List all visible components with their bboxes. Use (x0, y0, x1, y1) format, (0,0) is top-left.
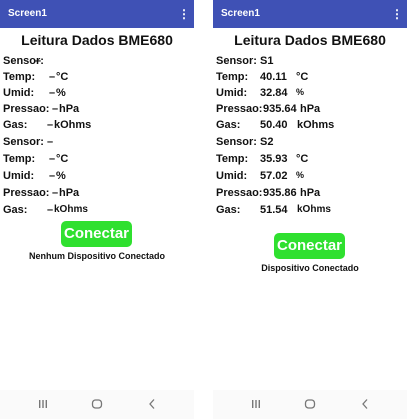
pressure-value: – (52, 187, 59, 199)
pressure-value: 935.64 (263, 103, 297, 115)
app-bar-title: Screen1 (8, 8, 47, 19)
sensor-label: Sensor: (3, 136, 44, 148)
sensor-value: – (47, 136, 54, 148)
temp-unit: °C (56, 153, 69, 165)
page-title: Leitura Dados BME680 (234, 32, 386, 48)
page-title: Leitura Dados BME680 (21, 32, 173, 48)
temp-value: 40.11 (260, 71, 287, 83)
more-vert-icon[interactable]: ⋮ (178, 5, 190, 23)
pressure-value: – (52, 103, 59, 115)
gas-unit: kOhms (54, 119, 92, 131)
humidity-label: Umid: (3, 87, 35, 99)
temp-value: 35.93 (260, 153, 288, 165)
pressure-unit: hPa (300, 103, 321, 115)
humidity-value: – (49, 170, 56, 182)
pressure-label: Pressao: (3, 103, 50, 115)
pressure-unit: hPa (300, 187, 321, 199)
gas-unit: kOhms (297, 204, 331, 215)
sensor-label: Sensor: (216, 55, 257, 67)
gas-label: Gas: (216, 119, 241, 131)
home-icon[interactable] (303, 397, 317, 411)
temp-unit: °C (296, 71, 309, 83)
connect-button[interactable]: Conectar (61, 221, 132, 247)
temp-label: Temp: (3, 71, 36, 83)
gas-label: Gas: (3, 204, 28, 216)
gas-unit: kOhms (54, 204, 88, 215)
pressure-value: 935.86 (263, 187, 297, 199)
humidity-label: Umid: (216, 170, 248, 182)
connection-status: Nenhum Dispositivo Conectado (28, 251, 165, 261)
sensor-label: Sensor: (216, 136, 257, 148)
sensor-value: – (35, 55, 42, 67)
pressure-unit: hPa (59, 187, 80, 199)
temp-unit: °C (296, 153, 309, 165)
app-bar: Screen1 ⋮ (213, 0, 407, 28)
humidity-label: Umid: (3, 170, 35, 182)
humidity-unit: % (56, 87, 66, 99)
pressure-unit: hPa (59, 103, 80, 115)
connection-status: Dispositivo Conectado (261, 263, 359, 273)
gas-unit: kOhms (297, 119, 335, 131)
system-nav-bar (0, 390, 194, 419)
more-vert-icon[interactable]: ⋮ (391, 5, 403, 23)
app-bar: Screen1 ⋮ (0, 0, 194, 28)
temp-value: – (49, 153, 56, 165)
gas-value: – (47, 119, 54, 131)
temp-value: – (49, 71, 56, 83)
back-icon[interactable] (358, 397, 372, 411)
sensor-value: S2 (260, 136, 274, 148)
temp-label: Temp: (3, 153, 36, 165)
connect-button[interactable]: Conectar (274, 233, 345, 259)
gas-value: 51.54 (260, 204, 288, 216)
system-nav-bar (213, 390, 407, 419)
sensor-value: S1 (260, 55, 274, 67)
pressure-label: Pressao: (216, 103, 263, 115)
humidity-unit: % (296, 170, 305, 180)
humidity-value: 32.84 (260, 87, 288, 99)
recent-apps-icon[interactable] (36, 397, 50, 411)
humidity-unit: % (56, 170, 66, 182)
pressure-label: Pressao: (216, 187, 263, 199)
humidity-value: 57.02 (260, 170, 288, 182)
gas-label: Gas: (3, 119, 28, 131)
recent-apps-icon[interactable] (249, 397, 263, 411)
pressure-label: Pressao: (3, 187, 50, 199)
back-icon[interactable] (145, 397, 159, 411)
gas-value: – (47, 204, 54, 216)
app-bar-title: Screen1 (221, 8, 260, 19)
temp-unit: °C (56, 71, 69, 83)
phone-screen-connected: Screen1 ⋮ Leitura Dados BME680 Sensor: S… (213, 0, 407, 419)
gas-label: Gas: (216, 204, 241, 216)
home-icon[interactable] (90, 397, 104, 411)
phone-screen-disconnected: Screen1 ⋮ Leitura Dados BME680 Sensor: –… (0, 0, 194, 419)
humidity-value: – (49, 87, 56, 99)
humidity-label: Umid: (216, 87, 248, 99)
humidity-unit: % (296, 87, 305, 97)
gas-value: 50.40 (260, 119, 288, 131)
temp-label: Temp: (216, 71, 249, 83)
temp-label: Temp: (216, 153, 249, 165)
